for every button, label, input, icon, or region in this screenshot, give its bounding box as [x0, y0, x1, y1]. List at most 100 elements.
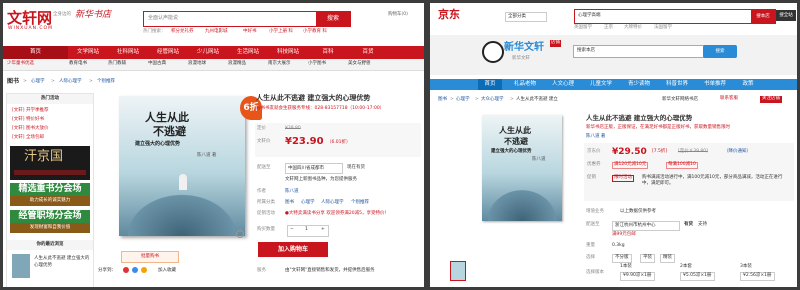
jd-author[interactable]: 陈八道 著 [586, 134, 605, 140]
store-nav-item[interactable]: 政策 [736, 79, 760, 90]
jd-logo[interactable]: 京东 [438, 9, 460, 20]
subnav-item[interactable]: 教育电书 [69, 61, 87, 67]
thumbnail-selected[interactable] [450, 261, 466, 281]
jd-search-all-button[interactable]: 搜全站 [776, 10, 796, 21]
promo-banner-1[interactable]: 精选重书分会场 [10, 183, 90, 196]
jd-edition-label[interactable]: 3本装 [740, 264, 752, 270]
jd-edition-option[interactable]: ¥9.90凉×1册 [620, 272, 655, 281]
subnav-item[interactable]: 南京大展示 [268, 61, 291, 67]
nav-item[interactable]: 社科网站 [108, 46, 148, 59]
nav-item[interactable]: 首页 [3, 46, 68, 59]
jd-edition-option[interactable]: ¥2.56凉×1册 [740, 272, 775, 281]
follow-store-button[interactable]: 关注店铺 [760, 96, 782, 103]
search-button[interactable]: 搜索 [316, 12, 350, 26]
recent-item-title[interactable]: 人生从此不逃避 建立强大的心理优势 [34, 255, 90, 269]
nav-item[interactable]: 少儿网站 [188, 46, 228, 59]
category-link[interactable]: 人际心理学 [321, 200, 344, 206]
follow-link[interactable]: 加入收藏 [158, 268, 176, 274]
hot-link[interactable]: 九州电影城 [205, 29, 228, 35]
book-cover-image[interactable]: 人生从此 不逃避 建立强大的心理优势 陈八道 著 [119, 96, 245, 236]
contact-button[interactable]: 联系客服 [720, 96, 738, 102]
qty-stepper[interactable]: − 1 + [287, 225, 329, 237]
activity-link[interactable]: [文轩] 开学季推荐 [12, 108, 48, 114]
jd-coupon2[interactable]: 每满100减10 [666, 162, 698, 169]
author-link[interactable]: 陈八道 [285, 189, 299, 195]
nav-item[interactable]: 百科 [308, 46, 348, 59]
zoom-icon[interactable] [236, 230, 244, 238]
hot-link[interactable]: 中好书 [243, 29, 257, 35]
add-to-cart-button[interactable]: 加入购物车 [258, 242, 328, 257]
store-name[interactable]: 新华文轩网络书店 [662, 97, 698, 103]
activity-link[interactable]: [文轩] 图书大放价 [12, 126, 48, 132]
winxuan-logo[interactable]: 文轩网 [7, 11, 52, 26]
subnav-item[interactable]: 浪漫精品 [228, 61, 246, 67]
breadcrumb-item[interactable]: 图书 [438, 97, 447, 103]
search-category-select[interactable]: 全部分类 [505, 12, 547, 22]
share-icon[interactable] [132, 267, 138, 273]
subnav-item[interactable]: 中国古典 [148, 61, 166, 67]
jd-price-notify[interactable]: （降价通知） [724, 149, 751, 155]
hot-link[interactable]: 积分兑礼券 [171, 29, 194, 35]
qty-plus[interactable]: + [321, 227, 325, 233]
top-link[interactable]: 英国留学 [574, 25, 592, 31]
store-nav-item[interactable]: 书单推荐 [698, 79, 732, 90]
top-link[interactable]: 大牌特价 [624, 25, 642, 31]
category-link[interactable]: 图书 [285, 200, 294, 206]
search-input[interactable]: 全面认声能说 [148, 16, 178, 21]
activity-link[interactable]: [文轩] 特价好书 [12, 117, 44, 123]
store-nav-item[interactable]: 青少读物 [622, 79, 656, 90]
promo-banner-1-sub[interactable]: 助力成长的诚实魅力 [10, 196, 90, 206]
subnav-item[interactable]: 少年童书优选 [7, 61, 34, 67]
nav-item[interactable]: 文学网站 [68, 46, 108, 59]
delivery-region-select[interactable]: 中国四川省成都市 [285, 163, 343, 174]
breadcrumb-item[interactable]: 人际心理学 [59, 79, 82, 85]
jd-format-option[interactable]: 不分版 [612, 254, 632, 263]
subnav-item[interactable]: 热门教辅 [108, 61, 126, 67]
jd-format-option[interactable]: 精装 [660, 254, 675, 263]
promo-banner-2[interactable]: 经管职场分会场 [10, 210, 90, 223]
jd-delivery-select[interactable]: 浙江杭州市杭州中心 [612, 221, 680, 231]
qty-minus[interactable]: − [290, 227, 294, 233]
nav-item[interactable]: 经管网站 [148, 46, 188, 59]
store-nav-item[interactable]: 科普世界 [660, 79, 694, 90]
store-nav-item[interactable]: 儿童文学 [584, 79, 618, 90]
jd-edition-label[interactable]: 1本装 [620, 264, 632, 270]
breadcrumb-item[interactable]: 心理学 [31, 79, 45, 85]
activity-link[interactable]: [文轩] 全场包邮 [12, 135, 44, 141]
jd-search-store-button[interactable]: 搜本店 [751, 10, 775, 23]
category-link[interactable]: 个别推荐 [351, 200, 369, 206]
bulk-buy-button[interactable]: 批量购书 [121, 251, 179, 263]
store-logo[interactable]: 新华文轩 [504, 43, 544, 53]
jd-format-option[interactable]: 平装 [640, 254, 655, 263]
jd-coupon[interactable]: 满120元减10元 [612, 162, 649, 169]
subnav-item[interactable]: 浪漫地球 [188, 61, 206, 67]
hot-link[interactable]: 小学上册 科 [269, 29, 293, 35]
qty-value[interactable]: 1 [305, 227, 308, 233]
store-nav-item[interactable]: 礼品老物 [508, 79, 542, 90]
breadcrumb-root[interactable]: 图书 [7, 79, 19, 85]
hot-link[interactable]: 小学教育 科 [303, 29, 327, 35]
recent-thumb[interactable] [12, 254, 30, 278]
share-icon[interactable] [141, 267, 147, 273]
top-right-cart[interactable]: 购物车(0) [388, 12, 408, 18]
nav-item[interactable]: 百货 [348, 46, 388, 59]
promo-banner-2-sub[interactable]: 发现财富和自我价值 [10, 223, 90, 233]
breadcrumb-item[interactable]: 个别推荐 [97, 79, 115, 85]
jd-edition-option[interactable]: ¥5.05凉×1册 [680, 272, 715, 281]
store-search-button[interactable]: 搜索 [703, 45, 737, 58]
top-link[interactable]: 正宗 [604, 25, 613, 31]
jd-search-input[interactable]: 心理学高端 [578, 13, 601, 19]
nav-item[interactable]: 科技网站 [268, 46, 308, 59]
breadcrumb-item[interactable]: 心理学 [456, 97, 470, 103]
subnav-item[interactable]: 小学图书 [308, 61, 326, 67]
nav-item[interactable]: 生活网站 [228, 46, 268, 59]
promo-image-banner[interactable]: 汗京国 [10, 146, 90, 180]
category-link[interactable]: 心理学 [301, 200, 315, 206]
store-nav-item[interactable]: 首页 [478, 79, 502, 90]
store-nav-item[interactable]: 人文心理 [546, 79, 580, 90]
jd-book-cover-image[interactable]: 人生从此 不逃避 建立强大的心理优势 陈八道 [482, 115, 562, 221]
top-link[interactable]: 法国留学 [654, 25, 672, 31]
store-search-input[interactable]: 搜索本店 [577, 48, 595, 54]
subnav-item[interactable]: 美女与野兽 [348, 61, 371, 67]
share-icon[interactable] [123, 267, 129, 273]
